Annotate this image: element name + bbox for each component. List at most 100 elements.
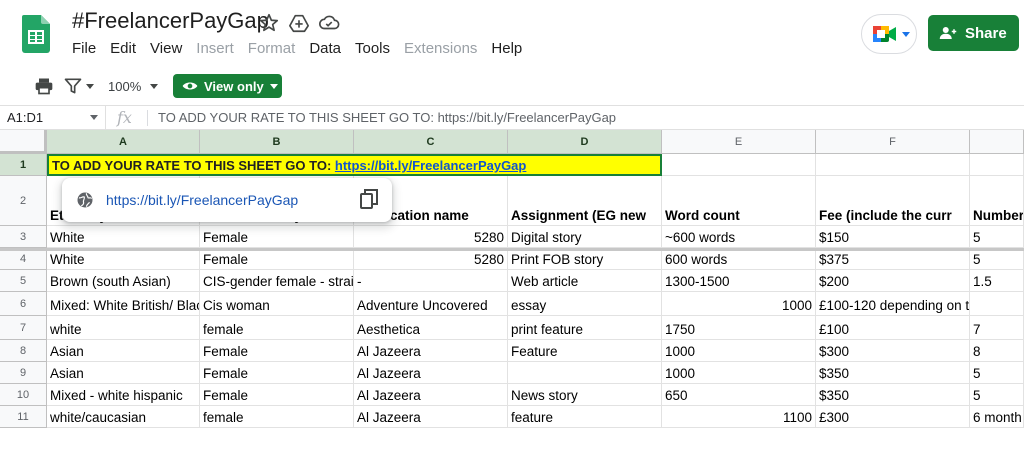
row-header-2[interactable]: 2 xyxy=(0,176,47,226)
share-button[interactable]: Share xyxy=(928,15,1019,51)
table-cell[interactable]: Print FOB story xyxy=(508,248,662,270)
column-header-e[interactable]: E xyxy=(662,130,816,154)
row-header-5[interactable]: 5 xyxy=(0,270,47,292)
formula-input[interactable]: TO ADD YOUR RATE TO THIS SHEET GO TO: ht… xyxy=(158,110,616,125)
menu-file[interactable]: File xyxy=(72,40,96,60)
filter-icon[interactable] xyxy=(63,76,83,96)
column-title[interactable]: Fee (include the curr xyxy=(816,176,970,226)
select-all-corner[interactable] xyxy=(0,130,47,154)
table-cell[interactable]: Female xyxy=(200,362,354,384)
table-cell[interactable]: Asian xyxy=(47,340,200,362)
row-header-9[interactable]: 9 xyxy=(0,362,47,384)
table-cell[interactable]: 5 xyxy=(970,248,1024,270)
menu-data[interactable]: Data xyxy=(309,40,341,60)
column-title[interactable]: Assignment (EG new xyxy=(508,176,662,226)
table-cell[interactable]: 8 xyxy=(970,340,1024,362)
table-cell[interactable]: 7 xyxy=(970,316,1024,340)
table-cell[interactable] xyxy=(970,292,1024,316)
column-title[interactable]: Word count xyxy=(662,176,816,226)
filter-dropdown-icon[interactable] xyxy=(86,84,94,89)
table-cell[interactable]: 5 xyxy=(970,362,1024,384)
table-cell[interactable]: $375 xyxy=(816,248,970,270)
table-cell[interactable]: ~600 words xyxy=(662,226,816,248)
table-cell[interactable]: female xyxy=(200,406,354,428)
table-cell[interactable]: 1000 xyxy=(662,362,816,384)
table-cell[interactable]: feature xyxy=(508,406,662,428)
move-to-drive-icon[interactable] xyxy=(288,12,310,34)
table-cell[interactable]: 1000 xyxy=(662,340,816,362)
menu-help[interactable]: Help xyxy=(491,40,522,60)
table-cell[interactable]: Al Jazeera xyxy=(354,406,508,428)
table-cell[interactable]: female xyxy=(200,316,354,340)
column-header-g[interactable] xyxy=(970,130,1024,154)
table-cell[interactable]: Female xyxy=(200,340,354,362)
table-cell[interactable]: Al Jazeera xyxy=(354,362,508,384)
table-cell[interactable]: CIS-gender female - strai xyxy=(200,270,354,292)
frozen-rows-divider[interactable] xyxy=(0,248,1024,251)
row-header-1[interactable]: 1 xyxy=(0,154,47,176)
print-icon[interactable] xyxy=(34,76,54,96)
meet-button[interactable] xyxy=(861,14,917,54)
table-cell[interactable]: 5280 xyxy=(354,226,508,248)
table-cell[interactable]: Al Jazeera xyxy=(354,340,508,362)
table-cell[interactable]: print feature xyxy=(508,316,662,340)
table-cell[interactable]: £100-120 depending on t xyxy=(816,292,970,316)
column-header-d[interactable]: D xyxy=(508,130,662,154)
table-cell[interactable]: 5 xyxy=(970,384,1024,406)
spreadsheet-grid[interactable]: ABCDEF 1234567891011 EthnicityGender ide… xyxy=(0,130,1024,460)
table-cell[interactable]: £100 xyxy=(816,316,970,340)
column-header-a[interactable]: A xyxy=(47,130,200,154)
table-cell[interactable]: 5280 xyxy=(354,248,508,270)
table-cell[interactable]: white/caucasian xyxy=(47,406,200,428)
table-cell[interactable]: Aesthetica xyxy=(354,316,508,340)
table-cell[interactable]: News story xyxy=(508,384,662,406)
column-header-f[interactable]: F xyxy=(816,130,970,154)
table-cell[interactable]: - xyxy=(354,270,508,292)
table-cell[interactable]: Female xyxy=(200,248,354,270)
table-cell[interactable]: 1750 xyxy=(662,316,816,340)
banner-link[interactable]: https://bit.ly/FreelancerPayGap xyxy=(335,158,526,173)
table-cell[interactable]: $200 xyxy=(816,270,970,292)
row-header-11[interactable]: 11 xyxy=(0,406,47,428)
row-header-6[interactable]: 6 xyxy=(0,292,47,316)
row-header-10[interactable]: 10 xyxy=(0,384,47,406)
table-cell[interactable]: 600 words xyxy=(662,248,816,270)
table-cell[interactable]: $350 xyxy=(816,362,970,384)
row-header-8[interactable]: 8 xyxy=(0,340,47,362)
table-cell[interactable]: 650 xyxy=(662,384,816,406)
table-cell[interactable]: 1300-1500 xyxy=(662,270,816,292)
table-cell[interactable]: Mixed - white hispanic xyxy=(47,384,200,406)
sheets-logo-icon[interactable] xyxy=(22,15,50,53)
table-cell[interactable]: Digital story xyxy=(508,226,662,248)
column-title[interactable]: Number xyxy=(970,176,1024,226)
name-box-dropdown-icon[interactable] xyxy=(90,115,98,120)
cloud-status-icon[interactable] xyxy=(318,12,340,34)
link-popup-url[interactable]: https://bit.ly/FreelancerPayGap xyxy=(106,192,298,208)
copy-icon[interactable] xyxy=(360,189,378,209)
table-cell[interactable]: 1000 xyxy=(662,292,816,316)
table-cell[interactable]: 6 month xyxy=(970,406,1024,428)
table-cell[interactable]: £300 xyxy=(816,406,970,428)
view-only-button[interactable]: View only xyxy=(173,74,282,98)
banner-cell[interactable]: TO ADD YOUR RATE TO THIS SHEET GO TO: ht… xyxy=(47,154,662,176)
table-cell[interactable]: 1.5 xyxy=(970,270,1024,292)
table-cell[interactable]: 1100 xyxy=(662,406,816,428)
table-cell[interactable]: $350 xyxy=(816,384,970,406)
table-cell[interactable] xyxy=(662,154,816,176)
table-cell[interactable]: White xyxy=(47,248,200,270)
table-cell[interactable] xyxy=(816,154,970,176)
column-header-b[interactable]: B xyxy=(200,130,354,154)
zoom-select[interactable]: 100% xyxy=(108,79,141,94)
table-cell[interactable] xyxy=(508,362,662,384)
table-cell[interactable]: essay xyxy=(508,292,662,316)
table-cell[interactable]: White xyxy=(47,226,200,248)
table-cell[interactable]: Feature xyxy=(508,340,662,362)
menu-extensions[interactable]: Extensions xyxy=(404,40,477,60)
table-cell[interactable]: Brown (south Asian) xyxy=(47,270,200,292)
row-header-7[interactable]: 7 xyxy=(0,316,47,340)
document-title[interactable]: #FreelancerPayGap xyxy=(72,8,269,34)
menu-edit[interactable]: Edit xyxy=(110,40,136,60)
zoom-dropdown-icon[interactable] xyxy=(150,84,158,89)
column-header-c[interactable]: C xyxy=(354,130,508,154)
table-cell[interactable]: 5 xyxy=(970,226,1024,248)
